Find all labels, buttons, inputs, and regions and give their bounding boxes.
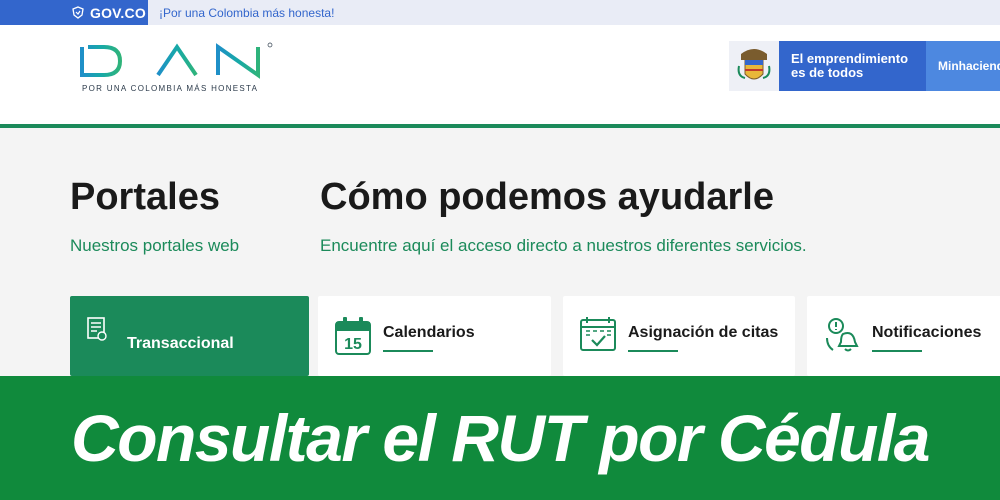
notification-icon: [826, 318, 859, 352]
card-underline: [383, 350, 433, 352]
service-card-notificaciones[interactable]: Notificaciones: [807, 296, 1000, 376]
site-header: POR UNA COLOMBIA MÁS HONESTA El emprendi…: [0, 25, 1000, 124]
dian-tagline: POR UNA COLOMBIA MÁS HONESTA: [82, 84, 259, 93]
ministry-name: Minhacienda: [926, 41, 1000, 91]
calendar-icon: 15: [335, 317, 371, 355]
portales-subtitle: Nuestros portales web: [70, 236, 240, 255]
appointment-icon: [580, 317, 616, 351]
brand-line-2: es de todos: [791, 65, 864, 80]
header-divider: [0, 124, 1000, 128]
calendar-icon-number: 15: [344, 336, 362, 353]
page: GOV.CO ¡Por una Colombia más honesta! PO…: [0, 0, 1000, 500]
card-underline: [872, 350, 922, 352]
gov-co-logo-text: GOV.CO: [90, 4, 146, 21]
service-card-citas[interactable]: Asignación de citas: [563, 296, 795, 376]
portal-card-transaccional[interactable]: Transaccional: [70, 296, 309, 376]
promo-banner: Consultar el RUT por Cédula: [0, 376, 1000, 500]
dian-logo-icon: [80, 42, 273, 79]
portal-card-label: Transaccional: [127, 335, 234, 352]
help-subtitle: Encuentre aquí el acceso directo a nuest…: [320, 236, 807, 255]
coat-of-arms-icon: [729, 41, 779, 91]
portales-title: Portales: [70, 176, 220, 218]
help-title: Cómo podemos ayudarle: [320, 176, 774, 218]
service-card-label: Calendarios: [383, 324, 475, 341]
gov-slogan: ¡Por una Colombia más honesta!: [159, 5, 335, 20]
brand-slogan: El emprendimiento es de todos: [779, 41, 926, 91]
gov-shield-icon: [72, 6, 84, 19]
brand-line-1: El emprendimiento: [791, 51, 909, 66]
service-card-calendarios[interactable]: 15 Calendarios: [318, 296, 551, 376]
gov-co-logo-link[interactable]: GOV.CO: [0, 0, 148, 25]
transactional-icon: [87, 317, 107, 341]
banner-text: Consultar el RUT por Cédula: [71, 401, 930, 475]
gov-bar: GOV.CO ¡Por una Colombia más honesta!: [0, 0, 1000, 25]
government-brand[interactable]: El emprendimiento es de todos Minhaciend…: [729, 41, 1000, 91]
service-card-label: Notificaciones: [872, 324, 982, 341]
card-underline: [628, 350, 678, 352]
service-card-label: Asignación de citas: [628, 324, 779, 341]
